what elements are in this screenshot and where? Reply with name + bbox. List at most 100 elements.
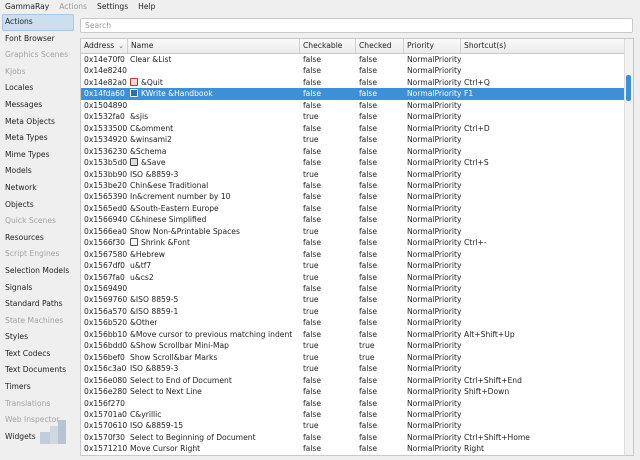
sidebar-item-mime-types[interactable]: Mime Types — [0, 147, 76, 164]
table-row[interactable]: 0x14e82a0 &Quit false false NormalPriority Ct… — [81, 77, 626, 88]
menu-settings[interactable]: Settings — [92, 0, 133, 14]
table-row[interactable]: 0x1566f30 Shrink &Font false false NormalPri… — [81, 237, 626, 248]
menu-gammaray[interactable]: GammaRay — [0, 0, 54, 14]
column-header-address[interactable]: Address ⌄ — [81, 39, 128, 53]
table-row[interactable]: 0x1565390 In&crement number by 10 false fal… — [81, 191, 626, 202]
menu-help[interactable]: Help — [133, 0, 160, 14]
cell-checkable: true — [303, 135, 319, 145]
cell-address: 0x1571ba0 — [83, 455, 127, 456]
sidebar-item-signals[interactable]: Signals — [0, 280, 76, 297]
cell-checked: false — [358, 455, 377, 456]
cell-checked: false — [359, 432, 378, 442]
cell-checked: false — [359, 89, 378, 99]
cell-checkable: false — [303, 409, 322, 419]
cell-checkable: false — [303, 387, 322, 397]
table-row[interactable]: 0x1532fa0 &sjis true false NormalPriority — [81, 111, 626, 122]
cell-priority: NormalPriority — [407, 421, 462, 431]
sidebar-item-font-browser[interactable]: Font Browser — [0, 31, 76, 48]
table-row[interactable]: 0x14e70f0 Clear &List false false NormalPrio… — [81, 54, 626, 65]
table-row[interactable]: 0x156c3a0 ISO &8859-3 true false NormalPrior… — [81, 363, 626, 374]
cell-checkable: false — [303, 55, 322, 64]
sidebar-item-resources[interactable]: Resources — [0, 230, 76, 247]
table-row[interactable]: 0x1571ba0&Indent false false NormalPriority… — [81, 455, 626, 456]
cell-checkable: false — [303, 318, 322, 328]
cell-name: &Indent — [129, 455, 171, 456]
column-header-priority[interactable]: Priority — [404, 39, 461, 53]
table-row[interactable]: 0x153b5d0 &Save false false NormalPriority Ct… — [81, 157, 626, 168]
cell-name-text: Select to Next Line — [130, 387, 202, 397]
sidebar-item-quick-scenes[interactable]: Quick Scenes — [0, 213, 76, 230]
cell-name-text: &South-Eastern Europe — [130, 203, 219, 213]
table-row[interactable]: 0x153bb90 ISO &8859-3 true false NormalPrior… — [81, 169, 626, 180]
table-row[interactable]: 0x1571210 Move Cursor Right false false Norm… — [81, 443, 626, 454]
column-header-checkable[interactable]: Checkable — [300, 39, 356, 53]
sidebar-item-translations[interactable]: Translations — [0, 396, 76, 413]
cell-priority: NormalPriority — [407, 215, 462, 225]
cell-checkable: false — [303, 284, 322, 293]
sidebar-item-text-documents[interactable]: Text Documents — [0, 362, 76, 379]
sidebar-item-graphics-scenes[interactable]: Graphics Scenes — [0, 47, 76, 64]
sidebar-item-actions[interactable]: Actions — [2, 14, 74, 31]
cell-checked: false — [359, 112, 378, 122]
cell-checked: false — [359, 180, 378, 190]
sidebar-item-models[interactable]: Models — [0, 163, 76, 180]
table-row[interactable]: 0x1566940 C&hinese Simplified false false No… — [81, 214, 626, 225]
sidebar-item-timers[interactable]: Timers — [0, 379, 76, 396]
sidebar-item-selection-models[interactable]: Selection Models — [0, 263, 76, 280]
table-row[interactable]: 0x1567fa0 u&cs2 true false NormalPriority — [81, 272, 626, 283]
cell-shortcut: Ctrl+S — [464, 158, 489, 168]
sidebar-item-meta-types[interactable]: Meta Types — [0, 130, 76, 147]
cell-shortcut — [463, 214, 464, 225]
table-row[interactable]: 0x14fda60 KWrite &Handbook false false Norma… — [81, 88, 626, 100]
sidebar-item-network[interactable]: Network — [0, 180, 76, 197]
table-row[interactable]: 0x1567580 &Hebrew false false NormalPriority — [81, 249, 626, 260]
table-row[interactable]: 0x1567df0 u&tf7 true false NormalPriority — [81, 260, 626, 271]
cell-name-text: Shrink &Font — [141, 238, 190, 248]
table-row[interactable]: 0x1534920 &winsami2 true false NormalPriorit… — [81, 134, 626, 145]
vertical-scrollbar[interactable] — [624, 39, 633, 455]
table-row[interactable]: 0x156bdd0 &Show Scrollbar Mini-Map true tru… — [81, 340, 626, 351]
cell-name-text: Chin&ese Traditional — [130, 180, 209, 190]
table-row[interactable]: 0x1570610 ISO &8859-15 true false NormalPrio… — [81, 420, 626, 431]
table-row[interactable]: 0x156bef0 Show Scroll&bar Marks true true No… — [81, 352, 626, 363]
sidebar-item-meta-objects[interactable]: Meta Objects — [0, 114, 76, 131]
table-row[interactable]: 0x156e080 Select to End of Document false f… — [81, 375, 626, 386]
table-row[interactable]: 0x1533500 C&omment false false NormalPriorit… — [81, 123, 626, 134]
table-row[interactable]: 0x153be20 Chin&ese Traditional false false N… — [81, 180, 626, 191]
sidebar-item-state-machines[interactable]: State Machines — [0, 313, 76, 330]
table-row[interactable]: 0x15701a0 C&yrillic false false NormalPriori… — [81, 409, 626, 420]
sidebar-item-locales[interactable]: Locales — [0, 80, 76, 97]
search-input[interactable] — [81, 19, 632, 32]
cell-name: In&crement number by 10 — [129, 191, 231, 202]
table-row[interactable]: 0x156bb10 &Move cursor to previous matchi… — [81, 329, 626, 340]
menu-actions[interactable]: Actions — [54, 0, 92, 14]
table-row[interactable]: 0x1565ed0 &South-Eastern Europe false false… — [81, 203, 626, 214]
table-row[interactable]: 0x1569760 &ISO 8859-5 true false NormalPrior… — [81, 294, 626, 305]
table-row[interactable]: 0x1536230 &Schema false false NormalPriority — [81, 146, 626, 157]
table-row[interactable]: 0x156f270 false false NormalPriority — [81, 398, 626, 409]
table-row[interactable]: 0x156b520 &Other false false NormalPriority — [81, 317, 626, 328]
cell-name: C&hinese Simplified — [129, 214, 206, 225]
table-row[interactable]: 0x156a570 &ISO 8859-1 true false NormalPrior… — [81, 306, 626, 317]
table-row[interactable]: 0x1570f30 Select to Beginning of Document… — [81, 432, 626, 443]
cell-shortcut — [463, 54, 464, 65]
table-row[interactable]: 0x1569490 false false NormalPriority — [81, 283, 626, 294]
sidebar-item-messages[interactable]: Messages — [0, 97, 76, 114]
column-header-checked[interactable]: Checked — [356, 39, 404, 53]
table-row[interactable]: 0x156e280 Select to Next Line false false No… — [81, 386, 626, 397]
cell-checked: false — [359, 192, 378, 202]
cell-shortcut — [463, 363, 464, 374]
cell-checkable: true — [303, 421, 319, 431]
sidebar-item-script-engines[interactable]: Script Engines — [0, 246, 76, 263]
sidebar-item-styles[interactable]: Styles — [0, 329, 76, 346]
sidebar-item-text-codecs[interactable]: Text Codecs — [0, 346, 76, 363]
scrollbar-thumb[interactable] — [626, 75, 631, 101]
table-row[interactable]: 0x1566ea0 Show Non-&Printable Spaces true f… — [81, 226, 626, 237]
sidebar-item-objects[interactable]: Objects — [0, 197, 76, 214]
sidebar-item-standard-paths[interactable]: Standard Paths — [0, 296, 76, 313]
table-row[interactable]: 0x1504890 false false NormalPriority — [81, 100, 626, 111]
column-header-shortcuts[interactable]: Shortcut(s) — [461, 39, 626, 53]
table-row[interactable]: 0x14e8240 false false NormalPriority — [81, 65, 626, 76]
column-header-name[interactable]: Name — [128, 39, 300, 53]
sidebar-item-kjobs[interactable]: Kjobs — [0, 64, 76, 81]
